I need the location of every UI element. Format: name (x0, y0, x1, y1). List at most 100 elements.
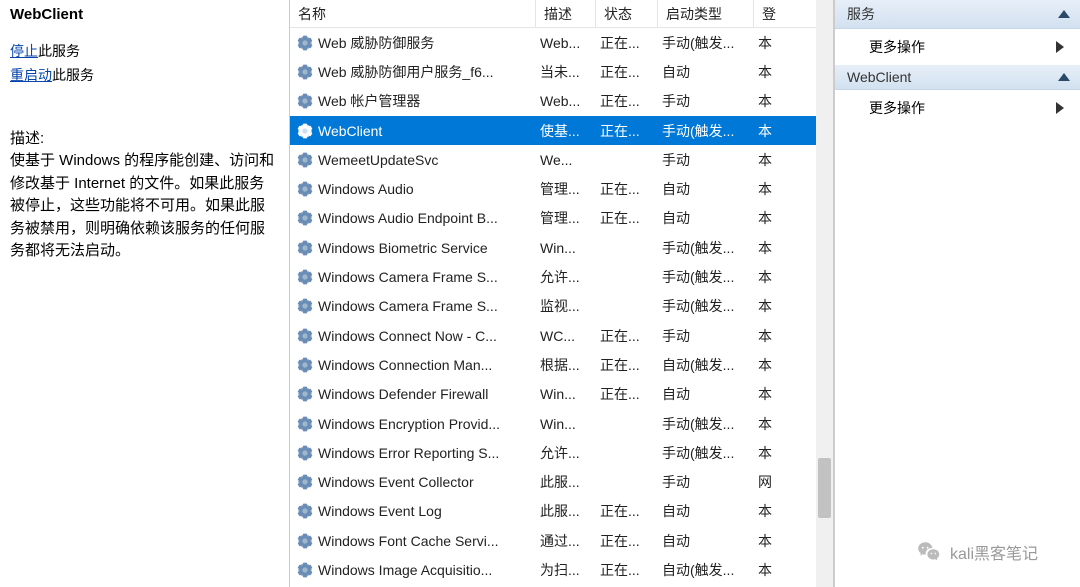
cell-desc: 通过... (536, 531, 596, 551)
cell-desc: 管理... (536, 179, 596, 199)
actions-section-webclient[interactable]: WebClient (835, 65, 1080, 90)
table-row[interactable]: Windows Error Reporting S...允许...手动(触发..… (290, 438, 833, 467)
cell-logon: 本 (754, 384, 774, 404)
cell-startup: 手动(触发... (658, 267, 754, 287)
gear-icon (296, 473, 314, 491)
table-row[interactable]: Web 威胁防御用户服务_f6...当未...正在...自动本 (290, 57, 833, 86)
cell-status: 正在... (596, 560, 658, 580)
table-row[interactable]: Windows Biometric ServiceWin...手动(触发...本 (290, 233, 833, 262)
service-name: Windows Encryption Provid... (318, 416, 500, 432)
gear-icon (296, 297, 314, 315)
scrollbar[interactable] (816, 0, 833, 587)
service-name: Windows Font Cache Servi... (318, 533, 499, 549)
column-logon[interactable]: 登 (754, 0, 774, 27)
column-desc[interactable]: 描述 (536, 0, 596, 27)
cell-status: 正在... (596, 62, 658, 82)
table-row[interactable]: Windows Connect Now - C...WC...正在...手动本 (290, 321, 833, 350)
cell-logon: 本 (754, 326, 774, 346)
service-name: Windows Audio Endpoint B... (318, 210, 498, 226)
table-row[interactable]: Web 威胁防御服务Web...正在...手动(触发...本 (290, 28, 833, 57)
cell-name: Windows Audio (290, 180, 536, 198)
service-name: Web 威胁防御服务 (318, 33, 434, 53)
gear-icon (296, 209, 314, 227)
table-row[interactable]: Windows Defender FirewallWin...正在...自动本 (290, 380, 833, 409)
service-name: Windows Connect Now - C... (318, 328, 497, 344)
table-row[interactable]: Windows Camera Frame S...允许...手动(触发...本 (290, 262, 833, 291)
cell-name: Windows Audio Endpoint B... (290, 209, 536, 227)
cell-status: 正在... (596, 531, 658, 551)
column-name[interactable]: 名称 (290, 0, 536, 27)
table-row[interactable]: Windows Encryption Provid...Win...手动(触发.… (290, 409, 833, 438)
cell-startup: 自动 (658, 62, 754, 82)
restart-link[interactable]: 重启动 (10, 67, 52, 83)
cell-startup: 手动 (658, 150, 754, 170)
cell-desc: 监视... (536, 296, 596, 316)
gear-icon (296, 532, 314, 550)
wechat-icon (916, 539, 942, 565)
cell-name: Windows Connect Now - C... (290, 327, 536, 345)
cell-desc: 使基... (536, 121, 596, 141)
column-status[interactable]: 状态 (596, 0, 658, 27)
cell-logon: 本 (754, 238, 774, 258)
cell-logon: 本 (754, 121, 774, 141)
cell-desc: 允许... (536, 267, 596, 287)
table-row[interactable]: Windows Audio Endpoint B...管理...正在...自动本 (290, 204, 833, 233)
cell-logon: 本 (754, 531, 774, 551)
cell-name: Windows Defender Firewall (290, 385, 536, 403)
table-row[interactable]: Windows Image Acquisitio...为扫...正在...自动(… (290, 555, 833, 584)
cell-desc: 根据... (536, 355, 596, 375)
cell-desc: 当未... (536, 62, 596, 82)
cell-logon: 本 (754, 355, 774, 375)
cell-status: 正在... (596, 384, 658, 404)
scroll-thumb[interactable] (818, 458, 831, 518)
table-row[interactable]: Windows Audio管理...正在...自动本 (290, 174, 833, 203)
cell-logon: 本 (754, 91, 774, 111)
cell-status: 正在... (596, 121, 658, 141)
cell-startup: 自动(触发... (658, 355, 754, 375)
gear-icon (296, 268, 314, 286)
service-name: Windows Event Collector (318, 474, 474, 490)
cell-desc: 此服... (536, 472, 596, 492)
stop-link[interactable]: 停止 (10, 43, 38, 59)
cell-desc: Win... (536, 416, 596, 432)
actions-more-services[interactable]: 更多操作 (835, 29, 1080, 65)
gear-icon (296, 502, 314, 520)
cell-name: Windows Error Reporting S... (290, 444, 536, 462)
service-name: Windows Defender Firewall (318, 386, 488, 402)
table-row[interactable]: Windows Font Cache Servi...通过...正在...自动本 (290, 526, 833, 555)
table-row[interactable]: WemeetUpdateSvcWe...手动本 (290, 145, 833, 174)
gear-icon (296, 92, 314, 110)
cell-status: 正在... (596, 208, 658, 228)
gear-icon (296, 415, 314, 433)
cell-startup: 手动 (658, 91, 754, 111)
service-name: Web 威胁防御用户服务_f6... (318, 62, 494, 82)
cell-name: Windows Connection Man... (290, 356, 536, 374)
table-row[interactable]: Windows Event Collector此服...手动网 (290, 467, 833, 496)
cell-startup: 自动 (658, 208, 754, 228)
actions-more-webclient[interactable]: 更多操作 (835, 90, 1080, 126)
table-row[interactable]: Windows Connection Man...根据...正在...自动(触发… (290, 350, 833, 379)
cell-startup: 手动(触发... (658, 238, 754, 258)
cell-logon: 本 (754, 267, 774, 287)
cell-logon: 本 (754, 179, 774, 199)
cell-name: WebClient (290, 122, 536, 140)
table-row[interactable]: Windows Camera Frame S...监视...手动(触发...本 (290, 292, 833, 321)
cell-status: 正在... (596, 91, 658, 111)
cell-startup: 自动 (658, 501, 754, 521)
column-startup[interactable]: 启动类型 (658, 0, 754, 27)
table-row[interactable]: Windows Event Log此服...正在...自动本 (290, 497, 833, 526)
cell-desc: 此服... (536, 501, 596, 521)
service-name: Web 帐户管理器 (318, 91, 420, 111)
service-name: Windows Error Reporting S... (318, 445, 499, 461)
table-row[interactable]: Web 帐户管理器Web...正在...手动本 (290, 87, 833, 116)
table-body: Web 威胁防御服务Web...正在...手动(触发...本 Web 威胁防御用… (290, 28, 833, 587)
service-name: WemeetUpdateSvc (318, 152, 438, 168)
description-body: 使基于 Windows 的程序能创建、访问和修改基于 Internet 的文件。… (10, 150, 279, 263)
gear-icon (296, 34, 314, 52)
cell-startup: 手动(触发... (658, 443, 754, 463)
actions-section-services[interactable]: 服务 (835, 0, 1080, 29)
cell-startup: 手动 (658, 326, 754, 346)
cell-name: Web 帐户管理器 (290, 91, 536, 111)
cell-startup: 手动(触发... (658, 33, 754, 53)
table-row[interactable]: WebClient使基...正在...手动(触发...本 (290, 116, 833, 145)
